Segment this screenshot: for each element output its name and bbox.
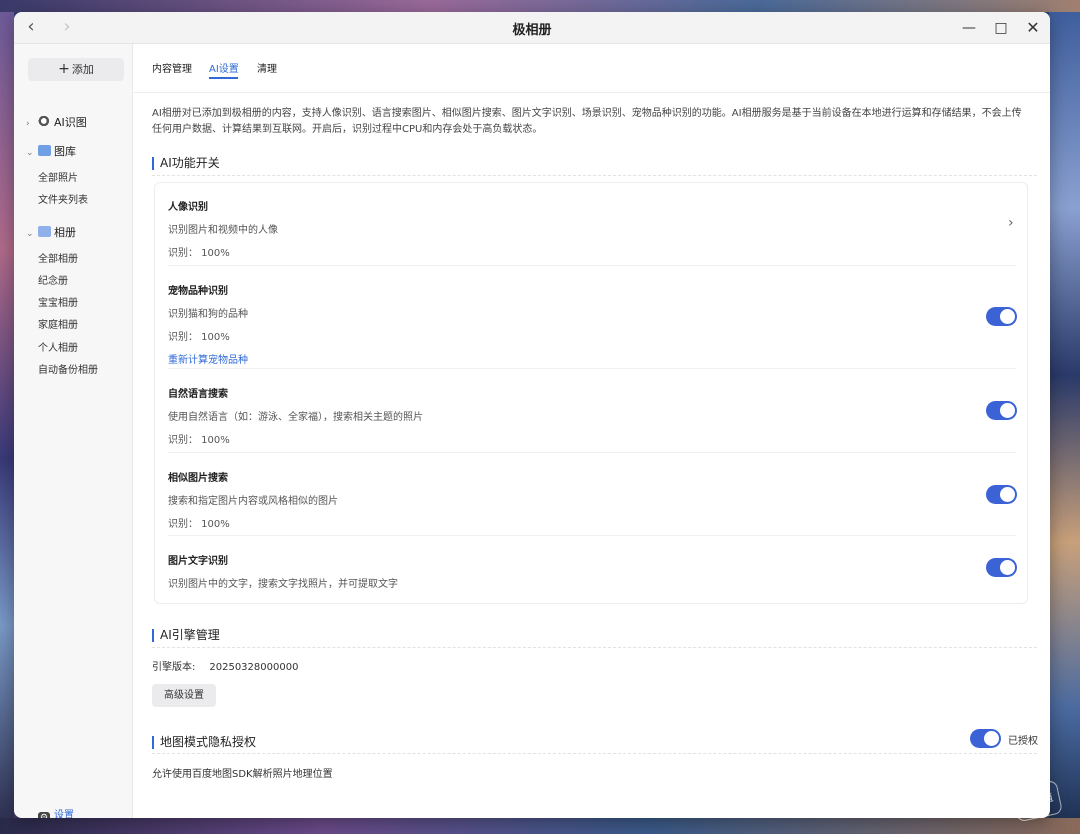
toggle-knob [1000,309,1015,324]
toggle-knob [1000,560,1015,575]
feature-desc: 识别猫和狗的品种 [168,309,248,320]
feature-progress: 识别： 100% [168,435,230,446]
engine-version-label: 引擎版本: [152,662,196,673]
feature-divider [168,535,1016,536]
minimize-button[interactable]: — [959,18,979,38]
ai-search-icon [38,116,51,127]
sidebar-group-ai[interactable]: › AI识图 [26,114,87,130]
gear-icon: ⚙ [38,812,50,818]
wallpaper-right [1049,0,1080,834]
feature-image-text-recognition: 图片文字识别 识别图片中的文字，搜索文字找照片，并可提取文字 [168,552,1016,590]
sidebar-group-gallery[interactable]: ⌄ 图库 [26,143,76,159]
sidebar-item-personal[interactable]: 个人相册 [38,339,78,354]
chevron-down-icon: ⌄ [26,229,34,239]
tab-divider [134,92,1050,93]
feature-name: 自然语言搜索 [168,389,228,400]
feature-desc: 搜索和指定图片内容或风格相似的图片 [168,496,338,507]
section-title-ai-engine: AI引擎管理 [152,629,220,642]
sidebar-group-ai-label: AI识图 [54,116,87,129]
plus-icon: + [58,61,70,77]
engine-version: 引擎版本: 20250328000000 [152,658,298,673]
recalculate-pet-breed-link[interactable]: 重新计算宠物品种 [168,351,1016,366]
feature-divider [168,452,1016,453]
feature-desc: 使用自然语言（如：游泳、全家福），搜索相关主题的照片 [168,412,423,423]
add-button-label: 添加 [71,63,94,76]
sidebar-item-all-albums[interactable]: 全部相册 [38,250,78,265]
tab-content-management[interactable]: 内容管理 [152,60,192,75]
feature-progress: 识别： 100% [168,519,230,530]
image-text-recognition-toggle[interactable] [986,558,1017,577]
toggle-knob [984,731,999,746]
natural-language-search-toggle[interactable] [986,401,1017,420]
section-divider [152,175,1037,176]
similar-image-search-toggle[interactable] [986,485,1017,504]
sidebar-group-albums[interactable]: ⌄ 相册 [26,224,76,240]
sidebar-item-auto-backup[interactable]: 自动备份相册 [38,361,98,376]
feature-progress: 识别： 100% [168,248,230,259]
sidebar-item-all-photos[interactable]: 全部照片 [38,169,78,184]
wallpaper-bottom [0,818,1080,834]
add-button[interactable]: + 添加 [28,58,124,81]
sidebar-item-baby[interactable]: 宝宝相册 [38,294,78,309]
tab-ai-settings[interactable]: AI设置 [209,60,239,75]
ai-description: AI相册对已添加到极相册的内容，支持人像识别、语言搜索图片、相似图片搜索、图片文… [152,108,1022,135]
chevron-right-icon: › [26,119,30,129]
sidebar-item-folder-list[interactable]: 文件夹列表 [38,191,88,206]
feature-similar-image-search: 相似图片搜索 搜索和指定图片内容或风格相似的图片 识别： 100% [168,469,1016,530]
wallpaper-left [0,0,14,834]
title-bar: ‹ › 极相册 — □ ✕ [14,12,1050,44]
map-privacy-desc: 允许使用百度地图SDK解析照片地理位置 [152,769,333,780]
sidebar-item-family[interactable]: 家庭相册 [38,316,78,331]
sidebar-group-gallery-label: 图库 [54,145,76,158]
main-content: 内容管理 AI设置 清理 AI相册对已添加到极相册的内容，支持人像识别、语言搜索… [134,44,1050,818]
window-title: 极相册 [512,23,552,38]
section-divider [152,647,1037,648]
advanced-settings-button[interactable]: 高级设置 [152,684,216,707]
active-tab-indicator [209,77,238,79]
authorization-status: 已授权 [1008,736,1038,747]
tab-cleanup[interactable]: 清理 [257,60,277,75]
section-title-map-privacy: 地图模式隐私授权 [152,736,256,749]
section-title-ai-features: AI功能开关 [152,157,220,170]
toggle-knob [1000,487,1015,502]
feature-face-recognition[interactable]: 人像识别 识别图片和视频中的人像 识别： 100% [168,198,1016,259]
feature-progress: 识别： 100% [168,332,230,343]
feature-name: 人像识别 [168,202,208,213]
feature-divider [168,368,1016,369]
settings-label: 设置 [54,810,74,818]
chevron-right-icon[interactable]: › [1008,215,1014,231]
sidebar-item-memorial[interactable]: 纪念册 [38,272,68,287]
map-privacy-toggle[interactable] [970,729,1001,748]
toggle-knob [1000,403,1015,418]
maximize-button[interactable]: □ [991,18,1011,38]
app-window: ‹ › 极相册 — □ ✕ + 添加 › AI识图 ⌄ 图库 全部照片 文件夹列表 ⌄… [14,12,1050,818]
section-divider [152,753,1037,754]
pet-breed-toggle[interactable] [986,307,1017,326]
feature-natural-language-search: 自然语言搜索 使用自然语言（如：游泳、全家福），搜索相关主题的照片 识别： 10… [168,385,1016,446]
ai-features-card: 人像识别 识别图片和视频中的人像 识别： 100% › 宠物品种识别 识别猫和狗… [154,182,1028,604]
feature-name: 相似图片搜索 [168,473,228,484]
feature-divider [168,265,1016,266]
gallery-icon [38,145,51,156]
sidebar-group-albums-label: 相册 [54,226,76,239]
engine-version-value: 20250328000000 [209,662,299,673]
feature-name: 宠物品种识别 [168,286,228,297]
close-button[interactable]: ✕ [1023,18,1043,38]
sidebar-settings-link[interactable]: ⚙ 设置 [38,806,74,818]
feature-desc: 识别图片中的文字，搜索文字找照片，并可提取文字 [168,579,398,590]
chevron-down-icon: ⌄ [26,148,34,158]
feature-desc: 识别图片和视频中的人像 [168,225,278,236]
feature-pet-breed: 宠物品种识别 识别猫和狗的品种 识别： 100% 重新计算宠物品种 [168,282,1016,366]
feature-name: 图片文字识别 [168,556,228,567]
wallpaper-top [0,0,1080,12]
album-icon [38,226,51,237]
sidebar: + 添加 › AI识图 ⌄ 图库 全部照片 文件夹列表 ⌄ 相册 全部相册 纪念册 宝宝… [14,44,133,818]
